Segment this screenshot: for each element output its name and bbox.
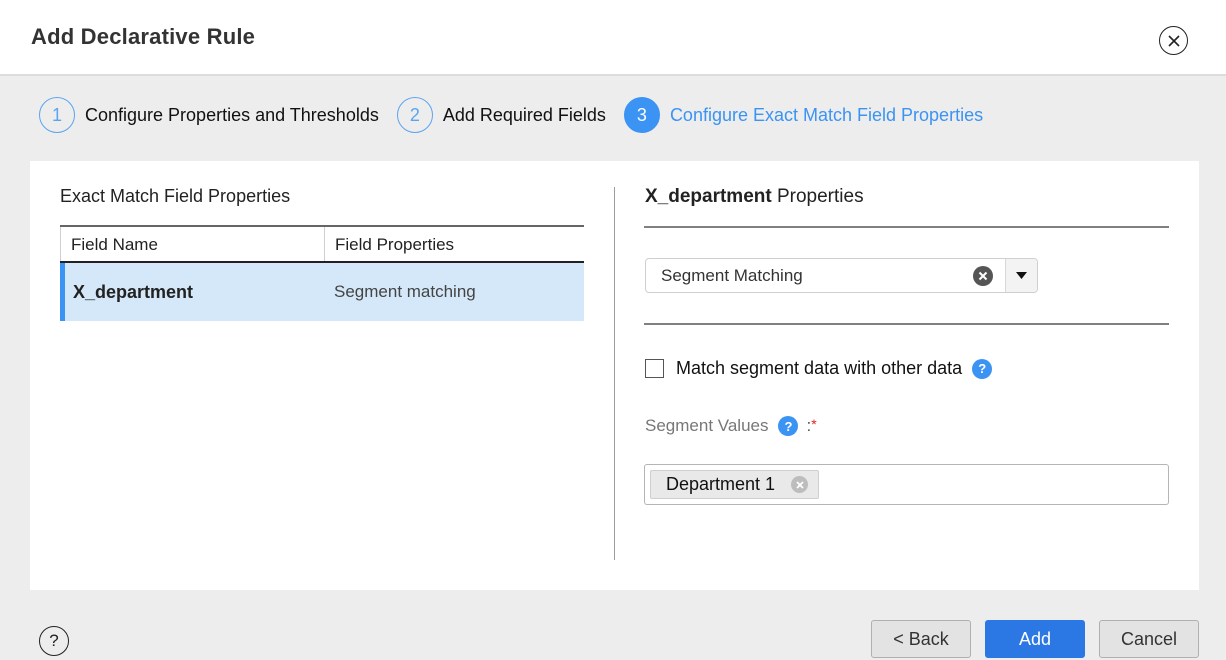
dropdown-toggle[interactable] — [1005, 259, 1037, 292]
property-type-select[interactable]: Segment Matching — [645, 258, 1038, 293]
segment-values-label: Segment Values — [645, 416, 769, 435]
divider — [644, 323, 1169, 325]
step-1[interactable]: 1 Configure Properties and Thresholds — [39, 97, 379, 133]
step-2[interactable]: 2 Add Required Fields — [396, 97, 606, 133]
step-number: 3 — [623, 97, 660, 133]
fields-table: Field Name Field Properties X_department… — [60, 225, 584, 321]
step-number: 1 — [39, 97, 75, 133]
left-panel-title: Exact Match Field Properties — [60, 186, 291, 206]
back-button[interactable]: < Back — [871, 620, 971, 658]
select-value: Segment Matching — [661, 265, 803, 285]
right-panel-title: X_department Properties — [645, 186, 864, 208]
remove-tag-icon[interactable] — [791, 476, 809, 493]
label-colon: :* — [806, 416, 817, 435]
step-label: Configure Exact Match Field Properties — [669, 104, 984, 125]
help-button[interactable]: ? — [39, 626, 69, 656]
checkbox-label: Match segment data with other data — [676, 358, 963, 378]
content-panel: Exact Match Field Properties Field Name … — [30, 161, 1199, 590]
add-button[interactable]: Add — [985, 620, 1085, 658]
match-other-data-checkbox[interactable] — [645, 359, 664, 378]
dialog-title: Add Declarative Rule — [31, 24, 256, 49]
help-outline-icon: ? — [49, 631, 59, 650]
help-icon[interactable]: ? — [972, 358, 993, 379]
help-icon[interactable]: ? — [778, 416, 799, 436]
table-header: Field Name Field Properties — [60, 227, 584, 263]
cell-field-properties: Segment matching — [334, 282, 476, 301]
column-header-field-properties[interactable]: Field Properties — [324, 227, 584, 261]
table-row[interactable]: X_department Segment matching — [60, 263, 584, 321]
segment-values-label-row: Segment Values ? :* — [645, 416, 817, 436]
clear-icon[interactable] — [973, 265, 993, 286]
close-icon — [1167, 34, 1180, 47]
vertical-divider — [614, 187, 615, 560]
step-label: Configure Properties and Thresholds — [85, 104, 379, 125]
divider — [644, 226, 1169, 228]
caret-down-icon — [1016, 272, 1027, 279]
segment-values-input[interactable]: Department 1 — [644, 464, 1169, 505]
wizard-steps: 1 Configure Properties and Thresholds 2 … — [39, 97, 1001, 133]
step-label: Add Required Fields — [442, 104, 606, 125]
column-header-field-name[interactable]: Field Name — [60, 227, 324, 261]
close-button[interactable] — [1159, 26, 1188, 55]
match-other-data-option: Match segment data with other data ? — [645, 358, 993, 379]
step-number: 2 — [396, 97, 433, 133]
segment-value-tag: Department 1 — [650, 470, 820, 499]
dialog-header: Add Declarative Rule — [0, 0, 1226, 76]
step-3[interactable]: 3 Configure Exact Match Field Properties — [623, 97, 984, 133]
cell-field-name: X_department — [73, 281, 194, 302]
cancel-button[interactable]: Cancel — [1099, 620, 1199, 658]
title-suffix: Properties — [776, 186, 864, 207]
selected-field-name: X_department — [645, 186, 772, 207]
tag-label: Department 1 — [666, 474, 776, 494]
required-marker: * — [811, 416, 817, 432]
